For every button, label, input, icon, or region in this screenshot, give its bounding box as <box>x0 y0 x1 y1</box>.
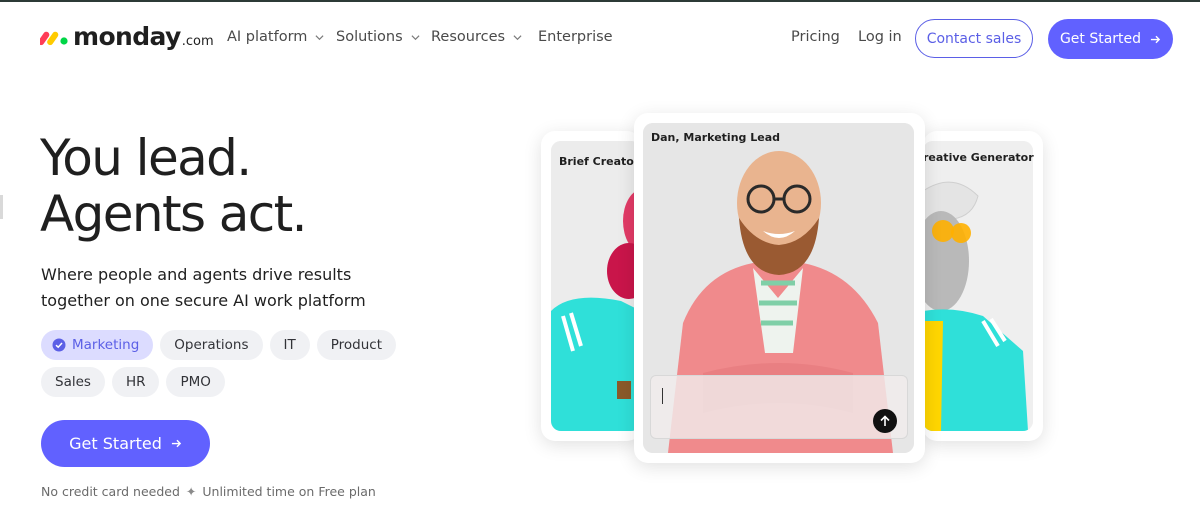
nav-solutions[interactable]: Solutions <box>336 29 420 45</box>
top-navigation: monday .com AI platform Solutions Resour… <box>0 2 1200 74</box>
contact-sales-label: Contact sales <box>926 30 1022 47</box>
nav-ai-platform[interactable]: AI platform <box>227 29 324 45</box>
chevron-down-icon <box>315 34 324 40</box>
logo-suffix: .com <box>181 34 214 49</box>
arrow-right-icon <box>171 439 181 448</box>
chip-pmo[interactable]: PMO <box>166 367 225 397</box>
hero-headline-line1: You lead. <box>40 129 252 187</box>
hero-headline-line2: Agents act. <box>40 185 308 243</box>
arrow-up-icon <box>880 415 890 426</box>
creative-generator-image <box>923 141 1033 431</box>
chip-product-label: Product <box>330 337 383 353</box>
monday-logo-icon <box>40 31 68 46</box>
chip-hr[interactable]: HR <box>111 367 160 397</box>
agent-card-brief-creator[interactable]: Brief Creator <box>541 131 641 441</box>
chip-sales[interactable]: Sales <box>41 367 105 397</box>
nav-resources[interactable]: Resources <box>431 29 522 45</box>
nav-resources-label: Resources <box>431 29 506 45</box>
hero-get-started-label: Get Started <box>69 434 162 453</box>
department-chips: Marketing Operations IT Product Sales HR… <box>41 330 421 404</box>
nav-pricing[interactable]: Pricing <box>791 29 840 45</box>
monday-logo[interactable]: monday .com <box>40 22 214 52</box>
chip-it[interactable]: IT <box>269 330 310 360</box>
brief-creator-label: Brief Creator <box>559 155 640 168</box>
chip-it-label: IT <box>283 337 296 353</box>
chip-hr-label: HR <box>125 374 146 390</box>
dan-marketing-lead-label: Dan, Marketing Lead <box>651 131 780 144</box>
nav-get-started-button[interactable]: Get Started <box>1048 19 1173 59</box>
chip-sales-label: Sales <box>55 374 91 390</box>
text-cursor <box>662 388 663 404</box>
creative-generator-illustration <box>923 141 1033 431</box>
hero-subhead: Where people and agents drive results to… <box>41 265 366 310</box>
check-circle-icon <box>52 338 66 352</box>
page-edge-marker <box>0 195 3 219</box>
chip-row-2: Sales HR PMO <box>41 367 421 397</box>
creative-generator-label: reative Generator <box>923 151 1034 164</box>
hero-headline: You lead. Agents act. <box>40 129 308 243</box>
send-button[interactable] <box>873 409 897 433</box>
chip-row-1: Marketing Operations IT Product <box>41 330 421 360</box>
footnote-unlimited-time: Unlimited time on Free plan <box>202 484 376 499</box>
chip-marketing[interactable]: Marketing <box>41 330 154 360</box>
chip-marketing-label: Marketing <box>72 337 140 353</box>
agent-card-dan-marketing-lead[interactable]: Dan, Marketing Lead <box>634 113 925 463</box>
agent-prompt-input[interactable] <box>650 375 908 439</box>
chip-operations[interactable]: Operations <box>160 330 263 360</box>
brief-creator-illustration <box>551 141 641 431</box>
nav-login[interactable]: Log in <box>858 29 902 45</box>
nav-enterprise[interactable]: Enterprise <box>538 29 613 45</box>
chevron-down-icon <box>513 34 522 40</box>
logo-wordmark: monday <box>73 22 181 51</box>
hero-get-started-button[interactable]: Get Started <box>41 420 210 467</box>
nav-pricing-label: Pricing <box>791 29 840 45</box>
nav-solutions-label: Solutions <box>336 29 403 45</box>
nav-login-label: Log in <box>858 29 902 45</box>
agent-card-creative-generator[interactable]: reative Generator <box>923 131 1043 441</box>
hero-footnote: No credit card needed ✦ Unlimited time o… <box>41 484 376 499</box>
footnote-no-credit-card: No credit card needed <box>41 484 180 499</box>
sparkle-icon: ✦ <box>185 484 197 499</box>
chip-operations-label: Operations <box>174 337 249 353</box>
chevron-down-icon <box>411 34 420 40</box>
nav-ai-platform-label: AI platform <box>227 29 308 45</box>
chip-product[interactable]: Product <box>316 330 397 360</box>
nav-enterprise-label: Enterprise <box>538 29 613 45</box>
contact-sales-button[interactable]: Contact sales <box>915 19 1033 58</box>
nav-get-started-label: Get Started <box>1059 31 1142 47</box>
arrow-right-icon <box>1150 35 1161 43</box>
chip-pmo-label: PMO <box>180 374 211 390</box>
brief-creator-image <box>551 141 641 431</box>
